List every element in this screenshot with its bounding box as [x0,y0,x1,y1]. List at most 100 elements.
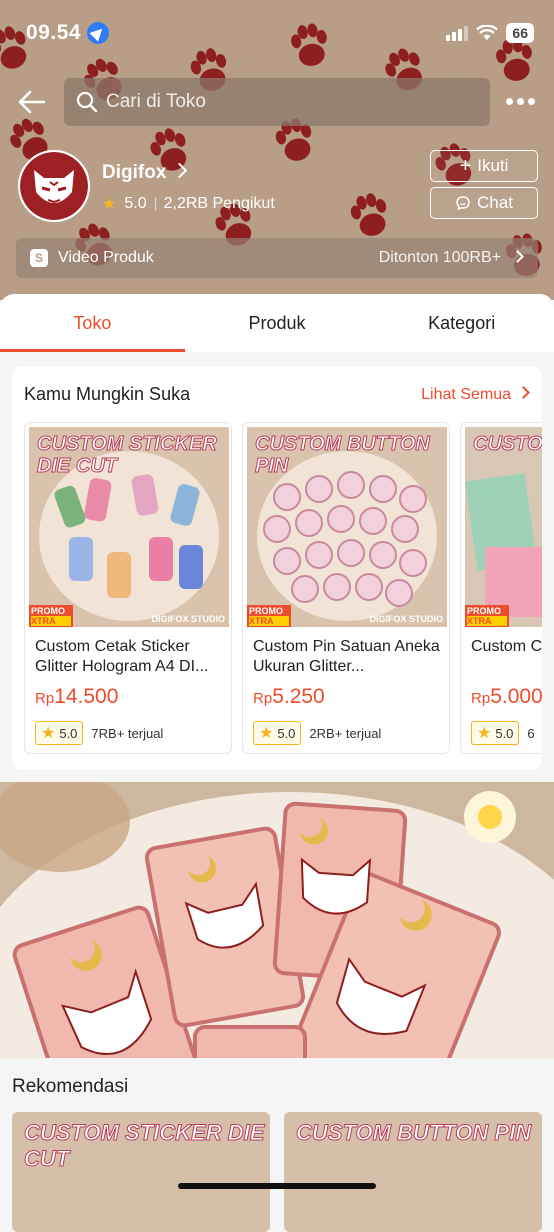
chevron-right-icon [511,249,524,263]
product-price: Rp14.500 [35,685,118,709]
back-arrow-icon[interactable] [16,86,48,118]
product-name: Custom Cetak Sticker Glitter Hologram A4… [35,638,209,675]
image-title: CUSTOM BUTTON PIN [255,433,431,478]
product-carousel: CUSTOM STICKER DIE CUT PROMO XTRA DIGIFOX… [24,422,542,754]
shop-info: Digifox ★ 5.0 2,2RB Pengikut + Ikuti Cha… [18,150,538,222]
rating-badge: ★ 5.0 [471,721,520,745]
currency: Rp [471,690,491,707]
follow-button[interactable]: + Ikuti [430,150,538,182]
price-value: 5.250 [272,685,325,708]
wifi-icon [476,25,499,40]
follow-label: Ikuti [477,156,509,175]
tab-produk[interactable]: Produk [185,294,370,352]
shop-followers: 2,2RB Pengikut [163,195,275,212]
plus-icon: + [459,155,472,177]
product-meta: ★ 5.0 7RB+ terjual [35,721,163,745]
watermark: DIGIFOX STUDIO [151,614,225,624]
video-product-bar[interactable]: S Video Produk Ditonton 100RB+ [16,238,538,278]
video-label: Video Produk [58,249,154,266]
promo-top: PROMO [467,606,502,616]
shop-rating: 5.0 [124,195,147,212]
product-meta: ★ 5.0 6 [471,721,535,745]
image-title: CUSTOM BUTTON PIN [295,1120,532,1146]
image-title: CUSTOM STICKER DIE CUT [24,1120,265,1172]
video-play-icon: S [30,249,48,267]
promo-top: PROMO [249,606,284,616]
rating-value: 5.0 [59,725,78,741]
watermark: DIGIFOX STUDIO [369,614,443,624]
section-title: Kamu Mungkin Suka [24,384,191,404]
rating-badge: ★ 5.0 [35,721,84,745]
battery-icon: 66 [506,23,534,43]
star-icon: ★ [41,725,56,742]
image-title: CUSTOM STICKER DIE CUT [37,433,218,478]
product-meta: ★ 5.0 2RB+ terjual [253,721,381,745]
shop-name-text: Digifox [102,162,167,183]
product-card[interactable]: CUSTOM BUTTON PIN PROMO XTRA DIGIFOX STUD… [242,422,450,754]
promo-xtra-badge: PROMO XTRA [29,605,73,627]
product-image: CUSTOM BUTTON PIN PROMO XTRA DIGIFOX STUD… [247,427,447,627]
product-card[interactable]: CUSTOM S KISS C PROMOXTRA Custom C Stick… [460,422,542,754]
product-image: CUSTOM S KISS C PROMOXTRA [465,427,542,627]
sold-count: 2RB+ terjual [309,725,382,741]
star-icon: ★ [259,725,274,742]
chat-bubble-icon [456,196,470,211]
shop-avatar[interactable] [18,150,90,222]
divider [154,197,156,211]
price-value: 5.000 [490,685,542,708]
promo-bottom: XTRA [31,616,71,626]
promo-xtra-badge: PROMO XTRA [247,605,291,627]
search-placeholder: Cari di Toko [106,91,206,112]
status-bar: 09.54 66 [26,20,534,46]
product-price: Rp5.250 [253,685,325,709]
chevron-right-icon [172,162,188,179]
promo-xtra-badge: PROMO XTRA [465,605,509,627]
promo-banner-image[interactable] [0,782,554,1058]
product-card[interactable]: CUSTOM STICKER DIE CUT PROMO XTRA DIGIFOX… [24,422,232,754]
fox-cards-illustration [0,782,554,1058]
chat-label: Chat [477,193,513,212]
signal-icon [446,25,469,41]
more-options-icon[interactable] [506,92,538,110]
price-value: 14.500 [54,685,119,708]
see-all-link[interactable]: Lihat Semua [421,386,530,404]
fox-mask-logo-icon [20,152,88,220]
shop-name[interactable]: Digifox [102,162,188,184]
product-card[interactable]: CUSTOM BUTTON PIN [284,1112,542,1232]
rating-value: 5.0 [495,725,514,741]
status-time: 09.54 [26,21,82,44]
rekomendasi-section: Rekomendasi CUSTOM STICKER DIE CUT CUSTO… [0,1058,554,1232]
product-name: Custom Pin Satuan Aneka Ukuran Glitter..… [253,638,440,675]
promo-bottom: XTRA [467,616,507,626]
star-icon: ★ [477,725,492,742]
currency: Rp [253,690,273,707]
tab-kategori[interactable]: Kategori [369,294,554,352]
sold-count: 6 [527,725,535,741]
tab-toko[interactable]: Toko [0,294,185,352]
shop-tabs: Toko Produk Kategori [0,294,554,352]
top-bar: Cari di Toko [0,78,554,126]
image-title: CUSTOM S KISS C [472,433,542,456]
shop-header: 09.54 66 Cari di Toko Digifox ★ 5.0 2,2R… [0,0,554,300]
star-icon: ★ [102,196,117,213]
product-price: Rp5.000 [471,685,542,709]
product-card[interactable]: CUSTOM STICKER DIE CUT [12,1112,270,1232]
location-arrow-icon [87,22,110,44]
promo-bottom: XTRA [249,616,289,626]
rating-value: 5.0 [277,725,296,741]
product-name: Custom C Sticker KI [471,638,542,655]
rating-badge: ★ 5.0 [253,721,302,745]
home-indicator [178,1183,376,1189]
product-image: CUSTOM STICKER DIE CUT PROMO XTRA DIGIFOX… [29,427,229,627]
recommend-section: Kamu Mungkin Suka Lihat Semua CUSTOM STI… [12,366,542,770]
search-input[interactable]: Cari di Toko [64,78,490,126]
video-views: Ditonton 100RB+ [378,249,501,266]
sold-count: 7RB+ terjual [91,725,164,741]
chat-button[interactable]: Chat [430,187,538,219]
search-icon [76,91,98,113]
promo-top: PROMO [31,606,66,616]
see-all-label: Lihat Semua [421,386,511,403]
chevron-right-icon [517,386,530,399]
currency: Rp [35,690,55,707]
shop-rating-row: ★ 5.0 2,2RB Pengikut [102,194,275,214]
